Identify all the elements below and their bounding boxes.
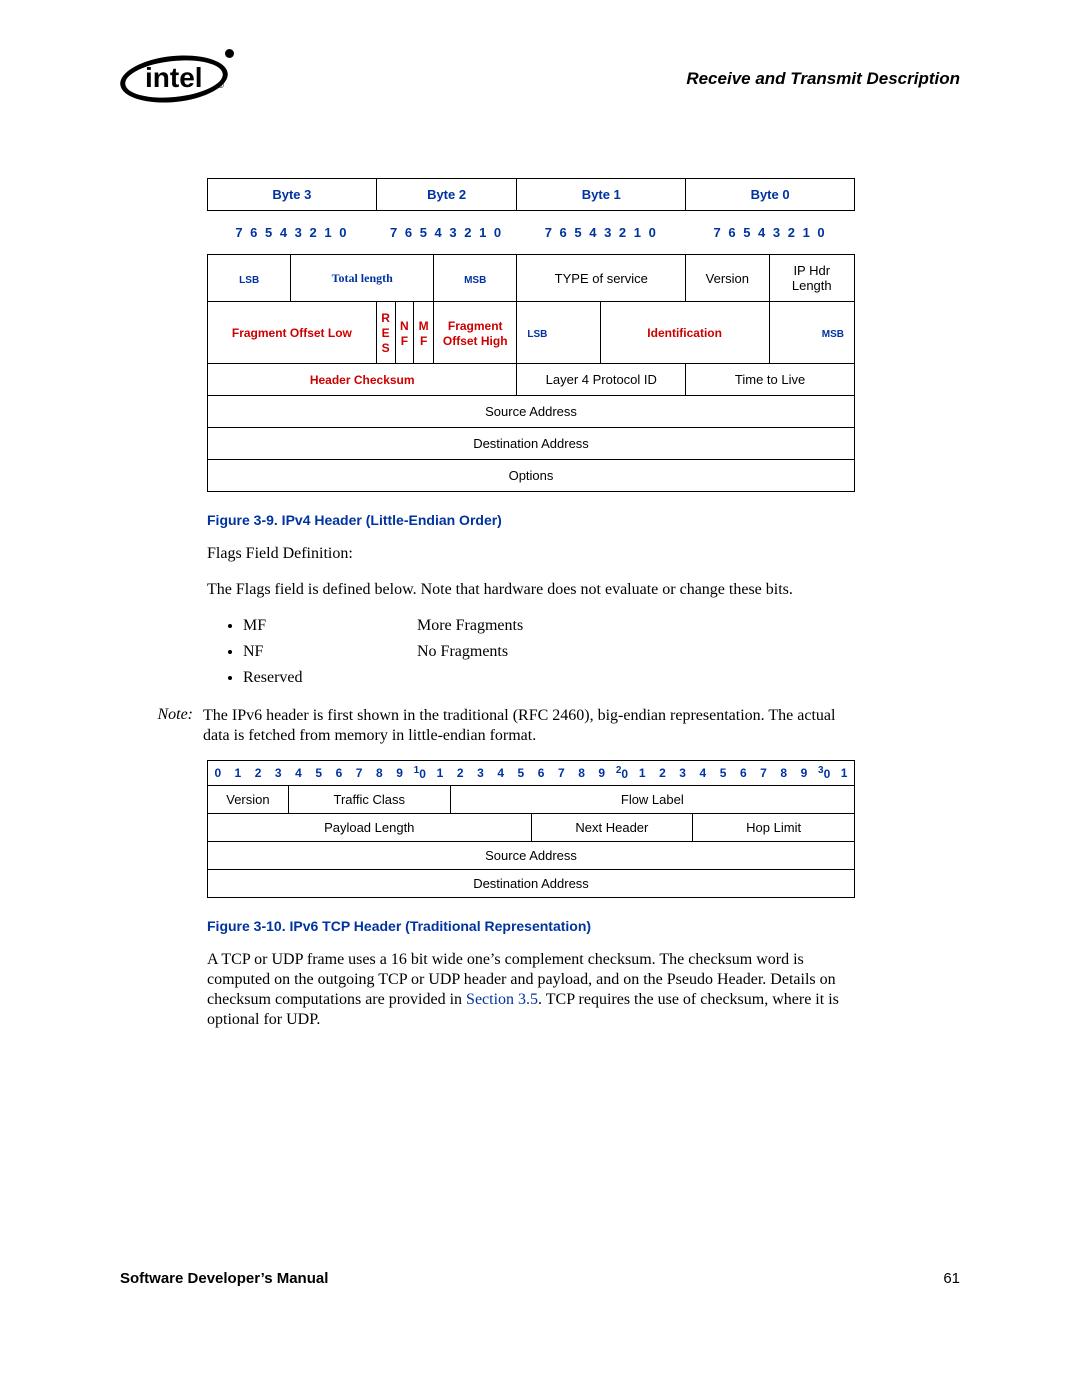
ipv6-bit-row: 0123456789 10123456789 20123456789 301 bbox=[208, 761, 855, 786]
page-header: intel ® Receive and Transmit Description bbox=[120, 50, 960, 108]
fragment-offset-high: Fragment Offset High bbox=[443, 319, 508, 348]
res-flag: R E S bbox=[381, 311, 390, 355]
byte3-header: Byte 3 bbox=[272, 187, 311, 202]
flag-code: MF bbox=[243, 616, 413, 636]
nf-flag: N F bbox=[400, 319, 409, 348]
ident-lsb: LSB bbox=[527, 329, 547, 340]
ipv6-source-address: Source Address bbox=[485, 848, 577, 863]
bit-row-0: 7 6 5 4 3 2 1 0 bbox=[686, 211, 855, 255]
intel-logo: intel ® bbox=[120, 50, 240, 108]
time-to-live: Time to Live bbox=[735, 372, 805, 387]
list-item: Reserved bbox=[243, 668, 857, 688]
ipv6-traffic-class: Traffic Class bbox=[333, 792, 405, 807]
ipv6-hop-limit: Hop Limit bbox=[746, 820, 801, 835]
flags-list: MF More Fragments NF No Fragments Reserv… bbox=[207, 616, 857, 688]
page-footer: Software Developer’s Manual 61 bbox=[120, 1270, 960, 1287]
version-label: Version bbox=[706, 271, 749, 286]
figure-3-9-caption: Figure 3-9. IPv4 Header (Little-Endian O… bbox=[207, 512, 857, 528]
note-label: Note: bbox=[120, 706, 193, 746]
layer4-protocol: Layer 4 Protocol ID bbox=[546, 372, 657, 387]
byte2-header: Byte 2 bbox=[427, 187, 466, 202]
flag-desc: No Fragments bbox=[417, 643, 508, 660]
figure-3-10-caption: Figure 3-10. IPv6 TCP Header (Traditiona… bbox=[207, 918, 857, 934]
msb-label: MSB bbox=[464, 275, 486, 286]
ipv4-header-table: Byte 3 Byte 2 Byte 1 Byte 0 7 6 5 4 3 2 … bbox=[207, 178, 855, 492]
mf-flag: M F bbox=[419, 319, 429, 348]
flags-heading: Flags Field Definition: bbox=[207, 544, 857, 564]
list-item: MF More Fragments bbox=[243, 616, 857, 636]
fragment-offset-low: Fragment Offset Low bbox=[232, 326, 352, 340]
ipv6-header-table: 0123456789 10123456789 20123456789 301 V… bbox=[207, 760, 855, 898]
bit-row-1: 7 6 5 4 3 2 1 0 bbox=[517, 211, 686, 255]
ipv6-payload-length: Payload Length bbox=[324, 820, 414, 835]
ident-msb: MSB bbox=[822, 329, 844, 340]
footer-title: Software Developer’s Manual bbox=[120, 1270, 328, 1287]
identification: Identification bbox=[647, 326, 722, 340]
flags-intro: The Flags field is defined below. Note t… bbox=[207, 580, 857, 600]
checksum-paragraph: A TCP or UDP frame uses a 16 bit wide on… bbox=[207, 950, 857, 1030]
bit-row-2: 7 6 5 4 3 2 1 0 bbox=[376, 211, 517, 255]
byte1-header: Byte 1 bbox=[582, 187, 621, 202]
page-number: 61 bbox=[943, 1270, 960, 1287]
type-of-service: TYPE of service bbox=[555, 271, 648, 286]
logo-registered: ® bbox=[217, 80, 224, 90]
flag-code: Reserved bbox=[243, 668, 413, 688]
note-body: The IPv6 header is first shown in the tr… bbox=[203, 706, 853, 746]
list-item: NF No Fragments bbox=[243, 642, 857, 662]
logo-text: intel bbox=[145, 62, 203, 94]
source-address: Source Address bbox=[485, 404, 577, 419]
ipv6-version: Version bbox=[226, 792, 269, 807]
options-row: Options bbox=[509, 468, 554, 483]
flag-code: NF bbox=[243, 642, 413, 662]
header-checksum: Header Checksum bbox=[310, 373, 415, 387]
section-3-5-link[interactable]: Section 3.5 bbox=[466, 991, 538, 1008]
ipv6-next-header: Next Header bbox=[575, 820, 648, 835]
ip-hdr-length: IP Hdr Length bbox=[792, 263, 832, 293]
destination-address: Destination Address bbox=[473, 436, 589, 451]
ipv6-destination-address: Destination Address bbox=[473, 876, 589, 891]
bit-row-3: 7 6 5 4 3 2 1 0 bbox=[208, 211, 377, 255]
total-length: Total length bbox=[332, 271, 393, 285]
section-title: Receive and Transmit Description bbox=[686, 69, 960, 89]
flag-desc: More Fragments bbox=[417, 617, 523, 634]
byte0-header: Byte 0 bbox=[751, 187, 790, 202]
ipv6-flow-label: Flow Label bbox=[621, 792, 684, 807]
lsb-label: LSB bbox=[239, 275, 259, 286]
